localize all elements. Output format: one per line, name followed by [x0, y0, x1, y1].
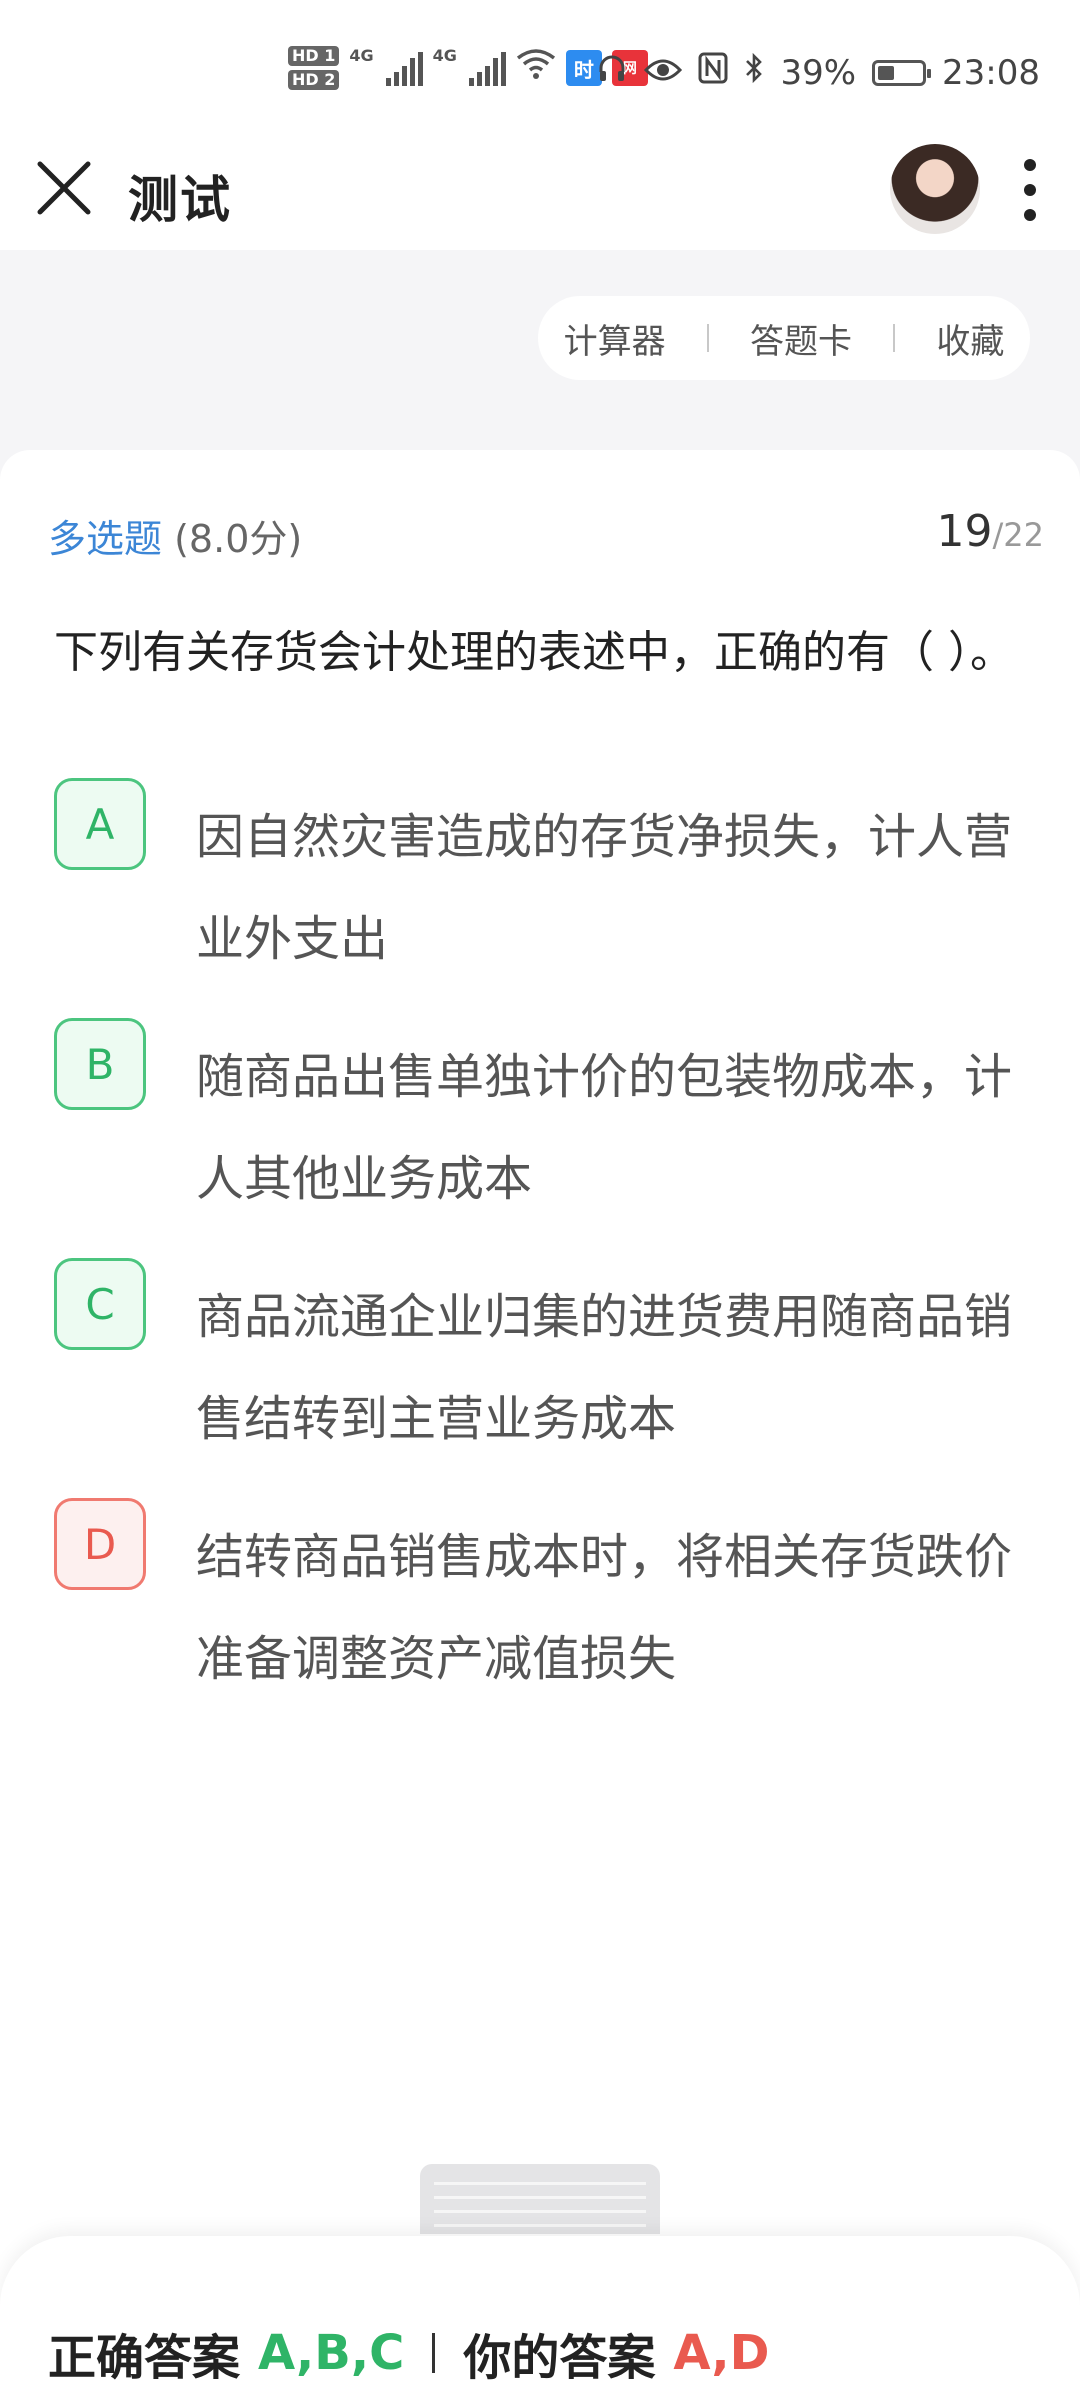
favorite-button[interactable]: 收藏 [926, 314, 1014, 363]
option-letter-badge: C [54, 1258, 146, 1350]
status-right-icons: 39% 23:08 [596, 52, 1040, 93]
nfc-icon [698, 52, 728, 93]
status-bar: HD 1 HD 2 4G 4G 时 网 39% 23:08 [0, 0, 1080, 150]
top-bar: 测试 [0, 130, 1080, 250]
option-text: 商品流通企业归集的进货费用随商品销售结转到主营业务成本 [196, 1289, 1013, 1447]
close-icon [37, 161, 91, 215]
hd-indicators: HD 1 HD 2 [288, 46, 340, 90]
option-text: 结转商品销售成本时，将相关存货跌价准备调整资产减值损失 [196, 1529, 1013, 1687]
close-button[interactable] [34, 158, 94, 218]
battery-percent: 39% [780, 52, 857, 93]
divider [706, 324, 709, 352]
signal-1-icon [385, 50, 423, 86]
question-text: 下列有关存货会计处理的表述中，正确的有（ ）。 [54, 627, 1014, 678]
battery-icon [872, 59, 932, 86]
bluetooth-icon [744, 52, 764, 93]
sheet-drag-handle[interactable] [420, 2164, 660, 2234]
current-question-number: 19 [936, 506, 993, 557]
correct-answer-label: 正确答案 [48, 2330, 241, 2386]
option-text: 因自然灾害造成的存货净损失，计人营业外支出 [196, 809, 1013, 967]
option-letter-badge: D [54, 1498, 146, 1590]
status-left-icons: HD 1 HD 2 4G 4G 时 网 [288, 46, 648, 90]
signal-2-icon [468, 50, 506, 86]
option-letter-badge: B [54, 1018, 146, 1110]
question-type: 多选题 [48, 517, 163, 561]
avatar[interactable] [890, 144, 980, 234]
option-text: 随商品出售单独计价的包装物成本，计人其他业务成本 [196, 1049, 1013, 1207]
question-score: (8.0分) [174, 517, 303, 561]
your-answer-value: A,D [673, 2325, 770, 2381]
app-screen: HD 1 HD 2 4G 4G 时 网 39% 23:08 测试 计算器 答题卡… [0, 0, 1080, 2400]
answer-card-button[interactable]: 答题卡 [740, 314, 862, 363]
your-answer-label: 你的答案 [463, 2330, 656, 2386]
wifi-icon [516, 48, 556, 88]
answer-result-sheet: 正确答案 A,B,C 你的答案 A,D [0, 2236, 1080, 2400]
divider [893, 324, 896, 352]
tools-bar: 计算器 答题卡 收藏 [538, 296, 1030, 380]
question-progress: 19/22 [937, 506, 1045, 557]
total-question-count: /22 [992, 516, 1045, 554]
calculator-button[interactable]: 计算器 [554, 314, 676, 363]
more-vertical-icon[interactable] [1010, 152, 1050, 228]
question-meta: 多选题 (8.0分) [48, 508, 302, 563]
question-card: 多选题 (8.0分) 19/22 下列有关存货会计处理的表述中，正确的有（ ）。… [0, 450, 1080, 2400]
headphones-icon [596, 52, 628, 93]
option-letter-badge: A [54, 778, 146, 870]
hd2-icon: HD 2 [288, 70, 340, 90]
network-type-1: 4G [349, 46, 374, 65]
clock: 23:08 [942, 52, 1040, 93]
hd1-icon: HD 1 [288, 46, 340, 66]
divider [432, 2333, 436, 2373]
eye-icon [644, 53, 683, 93]
network-type-2: 4G [432, 46, 457, 65]
page-title: 测试 [128, 171, 232, 229]
correct-answer-value: A,B,C [258, 2325, 405, 2381]
answer-summary: 正确答案 A,B,C 你的答案 A,D [48, 2318, 769, 2388]
